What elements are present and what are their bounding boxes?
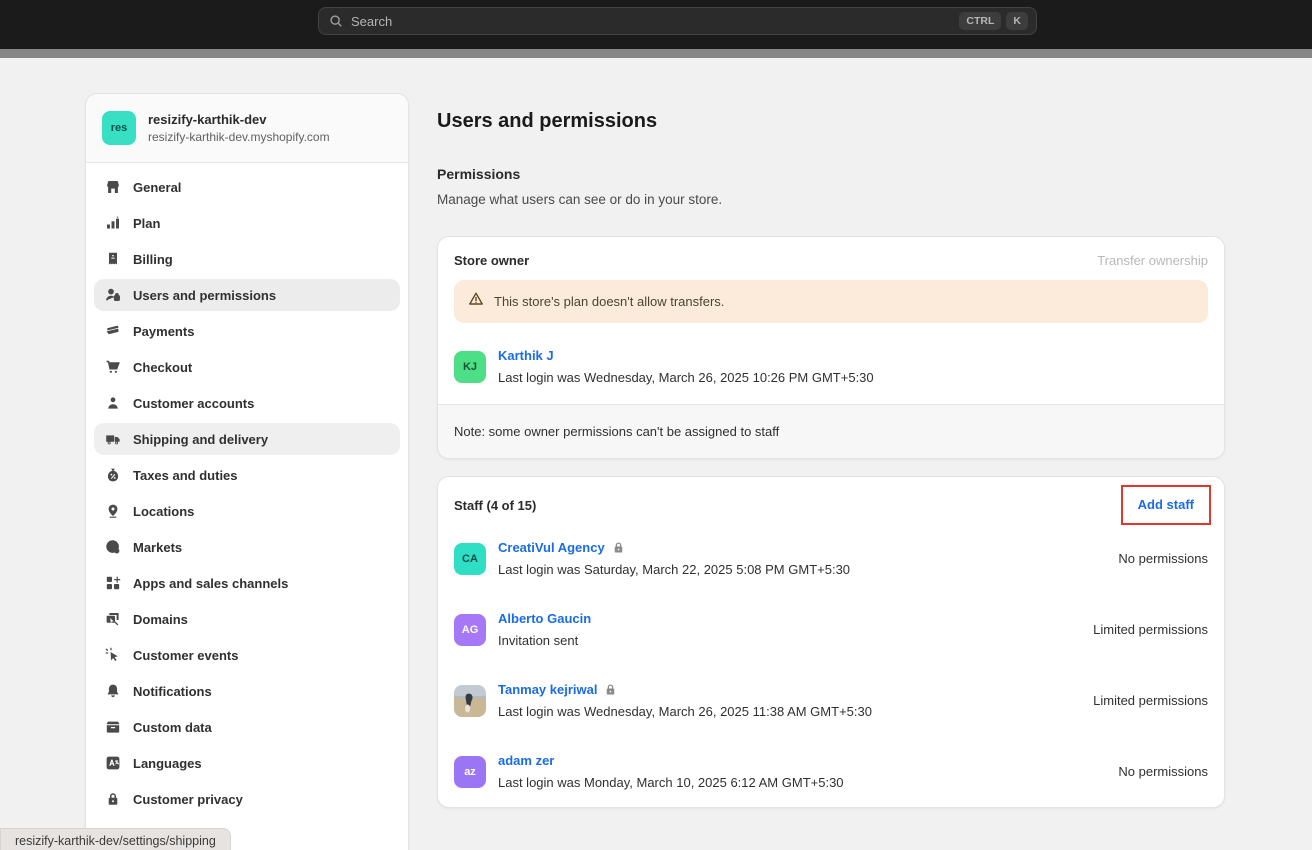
owner-avatar: KJ	[454, 351, 486, 383]
staff-row: AG Alberto Gaucin Invitation sent Limite…	[438, 598, 1224, 669]
store-header[interactable]: res resizify-karthik-dev resizify-karthi…	[86, 94, 408, 163]
permissions-heading: Permissions	[437, 165, 1225, 183]
admin-topbar: Search CTRL K	[0, 0, 1312, 49]
sidebar-item-custom-data[interactable]: Custom data	[94, 711, 400, 743]
warning-text: This store's plan doesn't allow transfer…	[494, 294, 724, 309]
add-staff-button[interactable]: Add staff	[1138, 497, 1194, 512]
sidebar-item-payments[interactable]: Payments	[94, 315, 400, 347]
search-input[interactable]: Search CTRL K	[318, 7, 1037, 35]
sidebar-item-apps-and-sales-channels[interactable]: Apps and sales channels	[94, 567, 400, 599]
checkout-icon	[104, 359, 121, 376]
globe-icon: $	[104, 539, 121, 556]
staff-row: Tanmay kejriwal Last login was Wednesday…	[438, 669, 1224, 740]
store-icon	[104, 179, 121, 196]
k-key-badge: K	[1006, 12, 1028, 30]
staff-title: Staff (4 of 15)	[454, 498, 536, 513]
store-logo: res	[102, 111, 136, 145]
domains-icon	[104, 611, 121, 628]
staff-last-login: Last login was Wednesday, March 26, 2025…	[498, 703, 1081, 720]
annotation-highlight: Add staff	[1121, 485, 1211, 525]
sidebar-item-domains[interactable]: Domains	[94, 603, 400, 635]
staff-permission: Limited permissions	[1093, 693, 1208, 708]
owner-note: Note: some owner permissions can't be as…	[438, 404, 1224, 458]
sidebar-item-taxes-and-duties[interactable]: Taxes and duties	[94, 459, 400, 491]
sidebar-item-markets[interactable]: $ Markets	[94, 531, 400, 563]
transfer-ownership-button[interactable]: Transfer ownership	[1097, 253, 1208, 268]
apps-icon	[104, 575, 121, 592]
staff-name-link[interactable]: adam zer	[498, 752, 554, 769]
lock-icon	[612, 541, 625, 554]
staff-name-link[interactable]: Alberto Gaucin	[498, 610, 591, 627]
sidebar-item-customer-events[interactable]: Customer events	[94, 639, 400, 671]
owner-row: KJ Karthik J Last login was Wednesday, M…	[438, 337, 1224, 404]
main-content: Users and permissions Permissions Manage…	[437, 93, 1225, 808]
store-name: resizify-karthik-dev	[148, 112, 330, 128]
permissions-description: Manage what users can see or do in your …	[437, 191, 1225, 209]
person-icon	[104, 395, 121, 412]
taxes-icon	[104, 467, 121, 484]
staff-name-link[interactable]: CreatiVul Agency	[498, 539, 625, 556]
staff-permission: Limited permissions	[1093, 622, 1208, 637]
sidebar-item-users-and-permissions[interactable]: Users and permissions	[94, 279, 400, 311]
staff-row: az adam zer Last login was Monday, March…	[438, 740, 1224, 807]
staff-last-login: Last login was Saturday, March 22, 2025 …	[498, 561, 1106, 578]
box-icon	[104, 719, 121, 736]
warning-icon	[468, 291, 484, 312]
staff-name-link[interactable]: Tanmay kejriwal	[498, 681, 617, 698]
staff-avatar-photo	[454, 685, 486, 717]
settings-sidebar: res resizify-karthik-dev resizify-karthi…	[85, 93, 409, 850]
owner-name-link[interactable]: Karthik J	[498, 347, 554, 364]
sidebar-item-languages[interactable]: Languages	[94, 747, 400, 779]
lock-icon	[104, 791, 121, 808]
payments-icon	[104, 323, 121, 340]
lock-icon	[604, 683, 617, 696]
settings-nav: General Plan Billing Users and permissio…	[86, 163, 408, 815]
link-status-tooltip: resizify-karthik-dev/settings/shipping	[0, 828, 231, 850]
staff-row: CA CreatiVul Agency Last login was Satur…	[438, 527, 1224, 598]
sidebar-item-shipping-and-delivery[interactable]: Shipping and delivery	[94, 423, 400, 455]
pin-icon	[104, 503, 121, 520]
search-icon	[329, 14, 343, 28]
staff-avatar: az	[454, 756, 486, 788]
search-placeholder: Search	[351, 14, 954, 29]
sidebar-item-plan[interactable]: Plan	[94, 207, 400, 239]
owner-last-login: Last login was Wednesday, March 26, 2025…	[498, 369, 1208, 386]
staff-status: Invitation sent	[498, 632, 1081, 649]
users-icon	[104, 287, 121, 304]
bell-icon	[104, 683, 121, 700]
store-owner-title: Store owner	[454, 253, 529, 268]
sidebar-item-customer-privacy[interactable]: Customer privacy	[94, 783, 400, 815]
translate-icon	[104, 755, 121, 772]
transfer-warning-banner: This store's plan doesn't allow transfer…	[454, 280, 1208, 323]
sidebar-item-notifications[interactable]: Notifications	[94, 675, 400, 707]
sidebar-item-customer-accounts[interactable]: Customer accounts	[94, 387, 400, 419]
staff-avatar: AG	[454, 614, 486, 646]
plan-icon	[104, 215, 121, 232]
staff-card: Staff (4 of 15) Add staff CA CreatiVul A…	[437, 476, 1225, 808]
staff-permission: No permissions	[1118, 764, 1208, 779]
ctrl-key-badge: CTRL	[959, 12, 1001, 30]
billing-icon	[104, 251, 121, 268]
cursor-spark-icon	[104, 647, 121, 664]
sidebar-item-general[interactable]: General	[94, 171, 400, 203]
truck-icon	[104, 431, 121, 448]
sidebar-item-checkout[interactable]: Checkout	[94, 351, 400, 383]
store-domain: resizify-karthik-dev.myshopify.com	[148, 130, 330, 145]
page-title: Users and permissions	[437, 109, 1225, 133]
staff-permission: No permissions	[1118, 551, 1208, 566]
staff-last-login: Last login was Monday, March 10, 2025 6:…	[498, 774, 1106, 791]
sidebar-item-locations[interactable]: Locations	[94, 495, 400, 527]
store-owner-card: Store owner Transfer ownership This stor…	[437, 236, 1225, 459]
staff-avatar: CA	[454, 543, 486, 575]
sidebar-item-billing[interactable]: Billing	[94, 243, 400, 275]
window-divider-strip	[0, 49, 1312, 58]
